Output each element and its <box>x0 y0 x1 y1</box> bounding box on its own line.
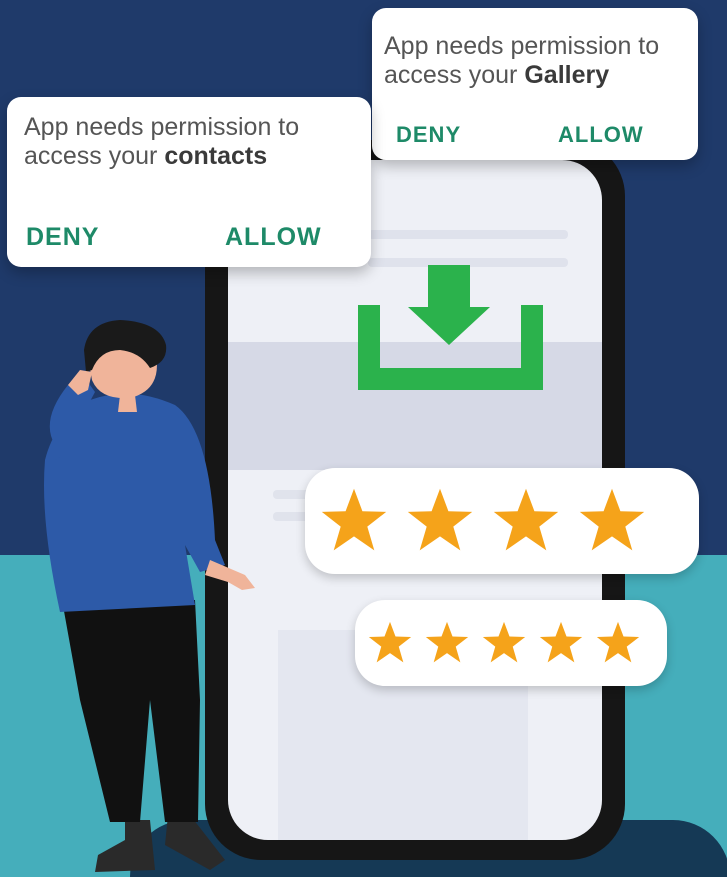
star-icon <box>368 621 412 663</box>
star-icon <box>596 621 640 663</box>
allow-button[interactable]: ALLOW <box>225 223 322 252</box>
star-icon <box>539 621 583 663</box>
rating-pill-small <box>355 600 667 686</box>
star-icon <box>493 488 559 551</box>
star-icon <box>425 621 469 663</box>
placeholder-line <box>368 230 568 239</box>
download-icon <box>358 265 543 390</box>
illustration-scene: App needs permission to access your Gall… <box>0 0 727 877</box>
dialog-message-highlight: contacts <box>164 142 268 170</box>
allow-button[interactable]: ALLOW <box>558 122 644 148</box>
deny-button[interactable]: DENY <box>26 223 99 252</box>
dialog-message-text: App needs permission to access your <box>384 32 660 89</box>
star-icon <box>579 488 645 551</box>
star-icon <box>482 621 526 663</box>
dialog-message-highlight: Gallery <box>524 61 610 89</box>
deny-button[interactable]: DENY <box>396 122 461 148</box>
rating-pill-large <box>305 468 699 574</box>
gallery-permission-dialog: App needs permission to access your Gall… <box>372 8 698 160</box>
contacts-permission-dialog: App needs permission to access your cont… <box>7 97 371 267</box>
dialog-message: App needs permission to access your Gall… <box>384 32 689 90</box>
star-icon <box>321 488 387 551</box>
dialog-message: App needs permission to access your cont… <box>24 113 364 171</box>
star-icon <box>407 488 473 551</box>
